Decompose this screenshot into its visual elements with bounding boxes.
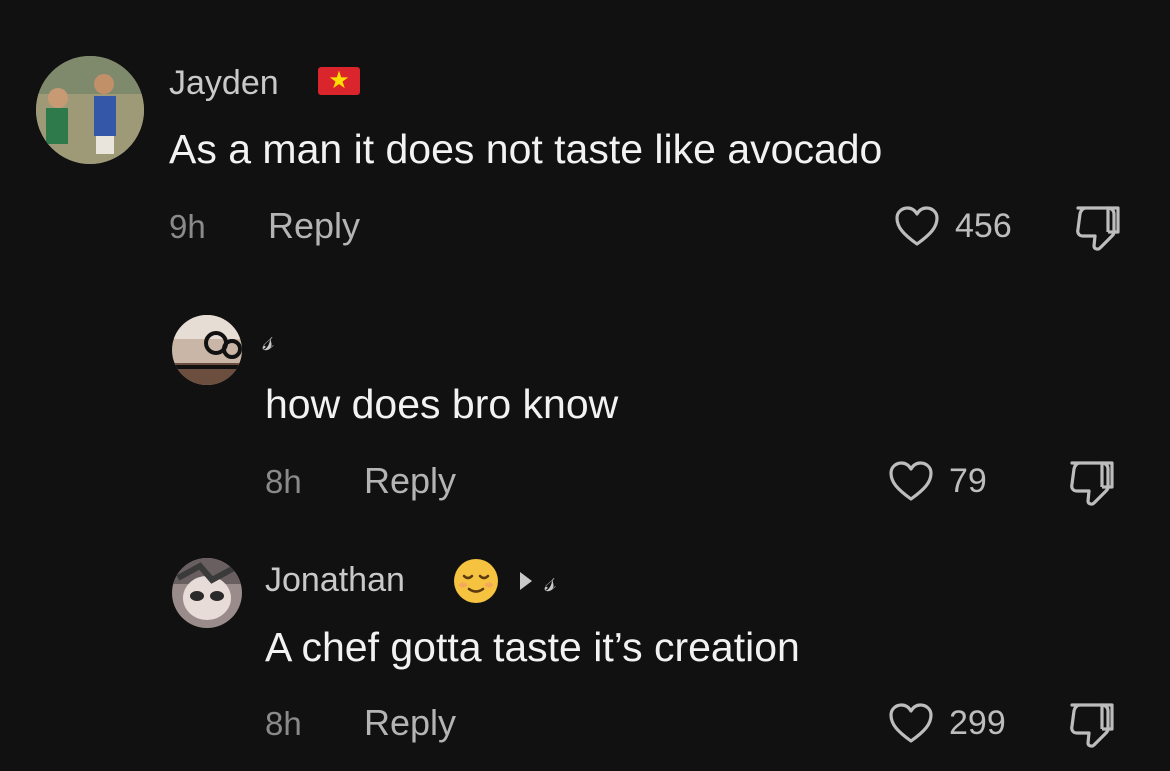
comment-timestamp: 8h [265,705,302,742]
reply-button[interactable]: Reply [364,705,456,741]
dislike-button[interactable] [1066,699,1118,751]
heart-icon [889,703,933,743]
like-button[interactable]: 299 [887,699,1006,747]
thumbs-down-icon [1070,703,1114,748]
like-count: 299 [949,704,1006,742]
reply-comment-item: Jonathan 𝓈 A chef gotta taste it’s creat… [0,0,1170,771]
avatar[interactable] [172,558,242,628]
comment-text: A chef gotta taste it’s creation [265,624,800,670]
relieved-face-emoji [454,559,498,603]
reply-to-username[interactable]: 𝓈 [544,567,555,597]
comment-username[interactable]: Jonathan [265,563,405,597]
reply-to-arrow-icon [520,572,532,590]
